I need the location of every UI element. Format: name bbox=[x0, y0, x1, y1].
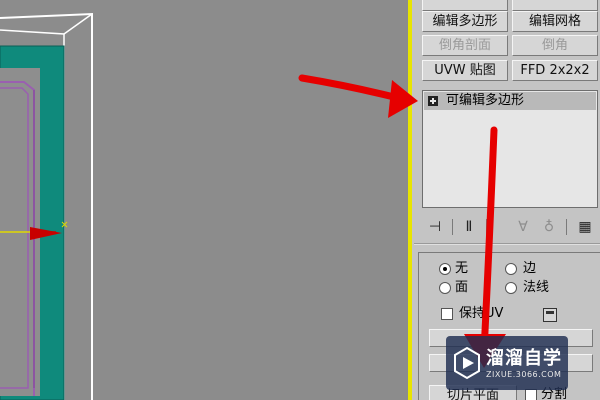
watermark-url: ZIXUE.3066.COM bbox=[486, 370, 562, 379]
expand-plus-icon[interactable] bbox=[428, 96, 438, 106]
split-checkbox[interactable] bbox=[525, 389, 537, 400]
stack-toolbar: ⊣ Ⅱ ∀ ♁ ▦ bbox=[422, 215, 600, 239]
uvw-map-button[interactable]: UVW 贴图 bbox=[422, 60, 508, 81]
show-end-result-icon[interactable]: Ⅱ bbox=[460, 218, 478, 236]
ffd-button[interactable]: FFD 2x2x2 bbox=[512, 60, 598, 81]
radio-edge-label: 边 bbox=[523, 261, 537, 276]
pin-stack-icon[interactable]: ⊣ bbox=[426, 218, 444, 236]
toolbar-separator bbox=[452, 219, 453, 235]
watermark-title: 溜溜自学 bbox=[486, 348, 562, 369]
radio-normal[interactable] bbox=[505, 282, 517, 294]
viewport-scene bbox=[0, 12, 93, 400]
modifier-button-top-right[interactable] bbox=[512, 0, 598, 11]
make-unique-icon[interactable]: ∀ bbox=[514, 218, 532, 236]
stack-item-editable-poly[interactable]: 可编辑多边形 bbox=[424, 92, 596, 110]
toolbar-separator bbox=[566, 219, 567, 235]
preserve-uv-label: 保持UV bbox=[459, 306, 504, 321]
radio-face-label: 面 bbox=[455, 280, 469, 295]
toolbar-separator bbox=[486, 219, 487, 235]
bevel-profile-button[interactable]: 倒角剖面 bbox=[422, 35, 508, 56]
perspective-viewport[interactable] bbox=[0, 0, 412, 400]
bevel-button[interactable]: 倒角 bbox=[512, 35, 598, 56]
configure-sets-icon[interactable]: ▦ bbox=[576, 218, 594, 236]
stack-item-label: 可编辑多边形 bbox=[446, 93, 525, 108]
watermark-logo-icon bbox=[454, 346, 480, 380]
modifier-button-top-left[interactable] bbox=[422, 0, 508, 11]
uv-settings-button[interactable] bbox=[543, 308, 557, 322]
modifier-stack[interactable]: 可编辑多边形 bbox=[422, 90, 598, 208]
radio-edge[interactable] bbox=[505, 263, 517, 275]
remove-modifier-icon[interactable]: ♁ bbox=[540, 218, 558, 236]
preserve-uv-checkbox[interactable] bbox=[441, 308, 453, 320]
edit-mesh-button[interactable]: 编辑网格 bbox=[512, 11, 598, 32]
radio-normal-label: 法线 bbox=[523, 280, 550, 295]
radio-none[interactable] bbox=[439, 263, 451, 275]
radio-none-label: 无 bbox=[455, 261, 469, 276]
watermark: 溜溜自学 ZIXUE.3066.COM bbox=[446, 336, 568, 390]
radio-face[interactable] bbox=[439, 282, 451, 294]
panel-divider bbox=[414, 243, 600, 245]
edit-poly-button[interactable]: 编辑多边形 bbox=[422, 11, 508, 32]
